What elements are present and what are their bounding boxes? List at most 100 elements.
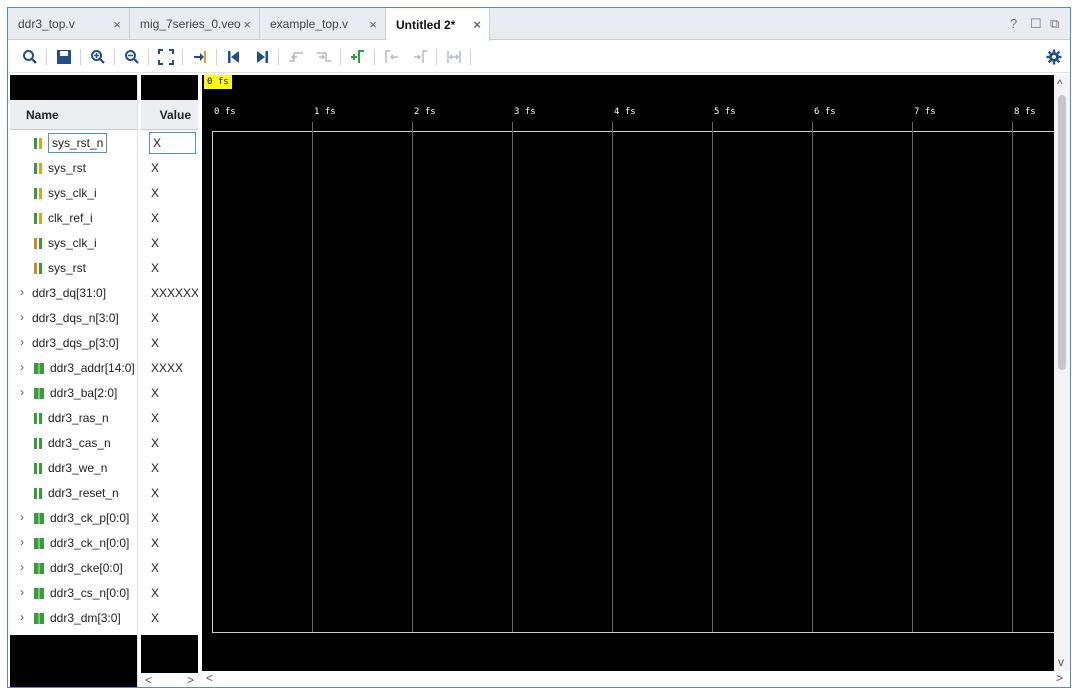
signal-row[interactable]: › ddr3_addr[14:0] — [10, 356, 137, 381]
value-row[interactable]: X — [141, 406, 198, 431]
scroll-right-icon[interactable]: > — [187, 673, 194, 687]
next-marker-icon[interactable] — [410, 47, 430, 67]
signal-row[interactable]: sys_rst_n — [10, 131, 137, 156]
signal-name[interactable]: ddr3_cs_n[0:0] — [34, 582, 129, 604]
signal-row[interactable]: › ddr3_cke[0:0] — [10, 556, 137, 581]
value-row[interactable]: X — [141, 506, 198, 531]
waveform-canvas[interactable]: 0 fs 0 fs 1 fs 2 fs 3 fs 4 fs 5 fs 6 fs 7 fs 8 f… — [202, 75, 1054, 671]
signal-row[interactable]: › ddr3_ck_n[0:0] — [10, 531, 137, 556]
value-horizontal-scrollbar[interactable]: < > — [141, 673, 198, 687]
zoom-out-icon[interactable] — [122, 47, 142, 67]
value-row[interactable]: XXXX — [141, 356, 198, 381]
name-column-header[interactable]: Name — [10, 100, 137, 130]
chevron-right-icon[interactable]: › — [20, 310, 24, 324]
signal-row[interactable]: › ddr3_dq[31:0] — [10, 281, 137, 306]
signal-row[interactable]: sys_rst — [10, 156, 137, 181]
close-icon[interactable]: × — [243, 17, 251, 32]
chevron-right-icon[interactable]: › — [20, 385, 24, 399]
scroll-left-icon[interactable]: < — [206, 671, 213, 685]
signal-name[interactable]: ddr3_cke[0:0] — [34, 557, 123, 579]
go-to-cursor-icon[interactable] — [190, 47, 210, 67]
go-to-last-time-icon[interactable] — [252, 47, 272, 67]
value-row[interactable]: XXXXXXXX — [141, 281, 198, 306]
signal-row[interactable]: ddr3_we_n — [10, 456, 137, 481]
value-row[interactable]: X — [141, 531, 198, 556]
value-row[interactable]: X — [141, 181, 198, 206]
value-row[interactable]: X — [141, 206, 198, 231]
save-icon[interactable] — [54, 47, 74, 67]
scrollbar-thumb[interactable] — [1058, 95, 1066, 370]
signal-name[interactable]: ddr3_dm[3:0] — [34, 607, 121, 629]
horizontal-scrollbar[interactable]: < > — [202, 671, 1070, 687]
chevron-right-icon[interactable]: › — [20, 335, 24, 349]
signal-name[interactable]: sys_rst — [34, 257, 86, 279]
tab-example-top[interactable]: example_top.v × — [260, 8, 386, 40]
signal-name[interactable]: ddr3_cas_n — [34, 432, 111, 454]
chevron-right-icon[interactable]: › — [20, 285, 24, 299]
signal-name[interactable]: ddr3_ras_n — [34, 407, 109, 429]
chevron-right-icon[interactable]: › — [20, 510, 24, 524]
search-icon[interactable] — [20, 47, 40, 67]
scroll-right-icon[interactable]: > — [1056, 671, 1063, 685]
value-row[interactable]: X — [141, 606, 198, 631]
cursor-time-label[interactable]: 0 fs — [204, 75, 232, 89]
close-icon[interactable]: × — [473, 17, 481, 32]
chevron-right-icon[interactable]: › — [20, 585, 24, 599]
close-icon[interactable]: × — [369, 17, 377, 32]
signal-row[interactable]: › ddr3_cs_n[0:0] — [10, 581, 137, 606]
previous-transition-icon[interactable] — [286, 47, 306, 67]
next-transition-icon[interactable] — [314, 47, 334, 67]
signal-name[interactable]: ddr3_dq[31:0] — [32, 282, 106, 304]
value-row[interactable]: X — [141, 481, 198, 506]
signal-name[interactable]: ddr3_we_n — [34, 457, 107, 479]
chevron-right-icon[interactable]: › — [20, 610, 24, 624]
value-row[interactable]: X — [141, 331, 198, 356]
signal-row[interactable]: sys_clk_i — [10, 181, 137, 206]
signal-row[interactable]: ddr3_reset_n — [10, 481, 137, 506]
signal-row[interactable]: › ddr3_dqs_p[3:0] — [10, 331, 137, 356]
signal-row[interactable]: ddr3_ras_n — [10, 406, 137, 431]
chevron-right-icon[interactable]: › — [20, 560, 24, 574]
signal-row[interactable]: › ddr3_dqs_n[3:0] — [10, 306, 137, 331]
help-icon[interactable]: ? — [1010, 16, 1017, 31]
chevron-right-icon[interactable]: › — [20, 360, 24, 374]
signal-name[interactable]: ddr3_addr[14:0] — [34, 357, 135, 379]
scroll-left-icon[interactable]: < — [145, 673, 152, 687]
scroll-down-icon[interactable]: v — [1058, 655, 1064, 669]
value-column-header[interactable]: Value — [141, 100, 198, 130]
signal-name[interactable]: sys_clk_i — [34, 232, 97, 254]
signal-row[interactable]: sys_rst — [10, 256, 137, 281]
zoom-in-icon[interactable] — [88, 47, 108, 67]
tab-ddr3-top[interactable]: ddr3_top.v × — [8, 8, 130, 40]
signal-name[interactable]: ddr3_dqs_p[3:0] — [32, 332, 119, 354]
signal-name[interactable]: ddr3_ba[2:0] — [34, 382, 117, 404]
restore-icon[interactable]: ☐ — [1030, 16, 1042, 32]
time-cursor[interactable] — [212, 131, 213, 632]
signal-name[interactable]: ddr3_ck_p[0:0] — [34, 507, 129, 529]
add-marker-icon[interactable] — [348, 47, 368, 67]
scroll-up-icon[interactable]: ^ — [1057, 77, 1063, 91]
signal-name[interactable]: ddr3_reset_n — [34, 482, 119, 504]
signal-row[interactable]: › ddr3_dm[3:0] — [10, 606, 137, 631]
signal-name[interactable]: sys_rst_n — [34, 132, 108, 154]
signal-row[interactable]: sys_clk_i — [10, 231, 137, 256]
value-row[interactable]: X — [141, 306, 198, 331]
value-row[interactable]: X — [141, 431, 198, 456]
signal-row[interactable]: ddr3_cas_n — [10, 431, 137, 456]
value-row[interactable]: X — [141, 131, 198, 156]
signal-name[interactable]: ddr3_dqs_n[3:0] — [32, 307, 119, 329]
value-row[interactable]: X — [141, 456, 198, 481]
signal-row[interactable]: › ddr3_ba[2:0] — [10, 381, 137, 406]
signal-name[interactable]: clk_ref_i — [34, 207, 93, 229]
popout-icon[interactable]: ⧉ — [1050, 16, 1059, 32]
signal-name[interactable]: sys_rst — [34, 157, 86, 179]
signal-row[interactable]: › ddr3_ck_p[0:0] — [10, 506, 137, 531]
swap-cursors-icon[interactable] — [444, 47, 464, 67]
vertical-scrollbar[interactable]: ^ v — [1054, 75, 1070, 671]
chevron-right-icon[interactable]: › — [20, 535, 24, 549]
previous-marker-icon[interactable] — [382, 47, 402, 67]
value-row[interactable]: X — [141, 556, 198, 581]
zoom-fit-icon[interactable] — [156, 47, 176, 67]
settings-icon[interactable] — [1044, 47, 1064, 67]
value-row[interactable]: X — [141, 256, 198, 281]
